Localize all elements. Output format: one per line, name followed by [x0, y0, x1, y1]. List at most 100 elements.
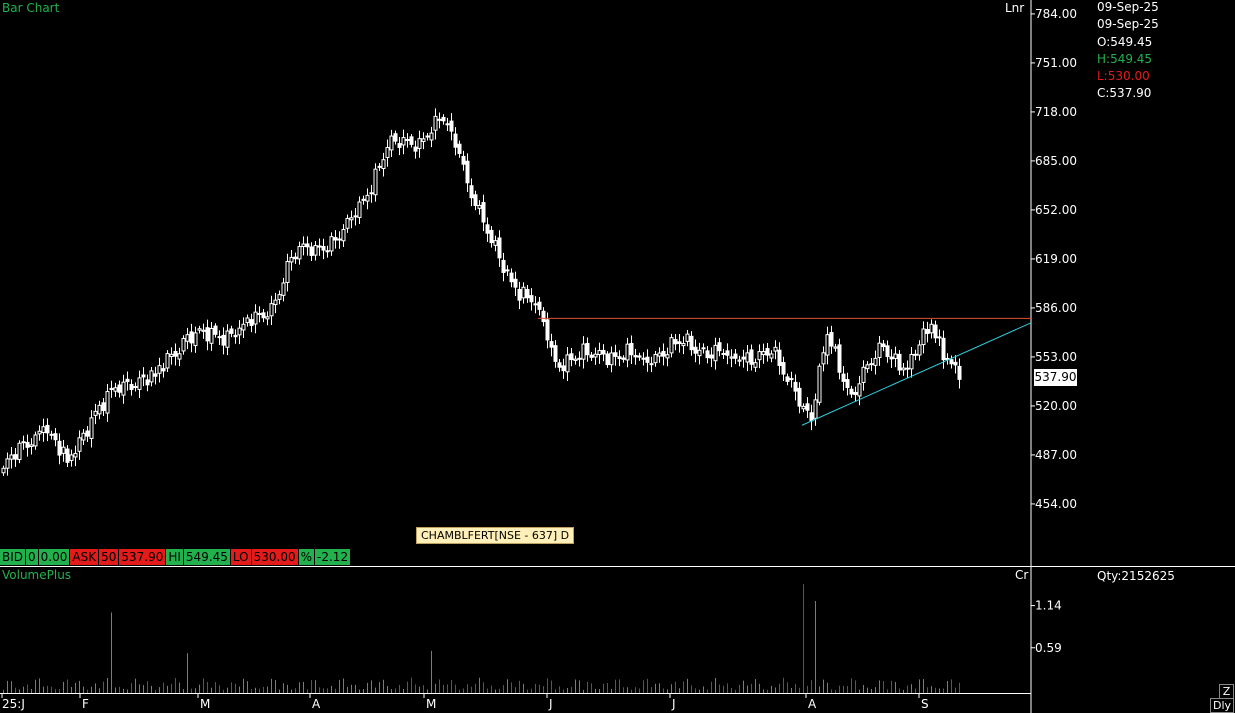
candle-body — [825, 334, 830, 356]
time-tick-label: A — [808, 697, 817, 711]
candle-body — [957, 365, 962, 380]
price-chart-canvas[interactable]: 784.00 751.00 718.00 685.00 652.00 619.00 586.… — [0, 0, 1235, 713]
candle-body — [845, 379, 850, 389]
candle-body — [185, 334, 190, 342]
candle-body — [529, 295, 534, 303]
candle-body — [937, 336, 942, 339]
price-tick-label: 553.00 — [1035, 350, 1077, 364]
candle-body — [193, 332, 198, 347]
time-tick-label: M — [426, 697, 436, 711]
candle-body — [609, 352, 614, 366]
candle-body — [481, 202, 486, 223]
candle-body — [801, 405, 806, 410]
candle-body — [657, 352, 662, 357]
candle-body — [689, 335, 694, 351]
candle-body — [533, 303, 538, 306]
time-tick-label: F — [82, 697, 89, 711]
candle-body — [629, 342, 634, 356]
candle-body — [693, 346, 698, 354]
candle-body — [569, 353, 574, 361]
candle-body — [305, 243, 310, 248]
candle-body — [309, 246, 314, 256]
candle-body — [805, 403, 810, 411]
candle-body — [729, 356, 734, 359]
candle-body — [425, 135, 430, 138]
candle-body — [69, 454, 74, 461]
price-tick-label: 718.00 — [1035, 105, 1077, 119]
candle-body — [97, 404, 102, 415]
time-tick-label: 25:J — [2, 697, 25, 711]
quote-bar: BID 0 0.00 ASK 50 537.90 HI 549.45 LO 53… — [0, 549, 351, 565]
candle-body — [541, 310, 546, 323]
candle-body — [889, 356, 894, 360]
candle-body — [721, 352, 726, 355]
candle-body — [741, 356, 746, 360]
candle-body — [349, 217, 354, 221]
candle-body — [497, 237, 502, 259]
candle-body — [445, 123, 450, 126]
info-open: O:549.45 — [1097, 35, 1153, 49]
candle-body — [429, 132, 434, 141]
support-trendline — [801, 322, 1032, 426]
candle-body — [881, 343, 886, 348]
candle-body — [685, 333, 690, 342]
candle-body — [841, 373, 846, 382]
candle-body — [145, 379, 150, 386]
candle-body — [789, 378, 794, 381]
candle-body — [545, 319, 550, 341]
candle-body — [85, 430, 90, 437]
volume-title: VolumePlus — [2, 568, 72, 582]
candle-body — [401, 137, 406, 146]
price-tick-label: 751.00 — [1035, 56, 1077, 70]
candle-body — [385, 147, 390, 158]
hi-value: 549.45 — [183, 549, 230, 565]
candle-body — [681, 343, 686, 347]
bid-qty: 0 — [26, 549, 38, 565]
pct-label: % — [298, 549, 315, 565]
candle-body — [449, 120, 454, 132]
zoom-button[interactable]: Z — [1219, 684, 1234, 699]
scale-label[interactable]: Lnr — [1005, 1, 1024, 15]
candle-body — [885, 345, 890, 357]
candle-body — [653, 354, 658, 364]
candle-body — [245, 317, 250, 324]
candle-body — [893, 353, 898, 359]
time-tick-label: M — [200, 697, 210, 711]
volume-unit[interactable]: Cr — [1015, 568, 1028, 582]
candle-body — [573, 358, 578, 362]
candle-body — [353, 215, 358, 218]
candle-body — [297, 246, 302, 260]
period-button[interactable]: Dly — [1210, 698, 1234, 713]
candle-body — [49, 433, 54, 436]
candle-body — [301, 243, 306, 247]
candle-body — [593, 353, 598, 358]
candle-body — [581, 343, 586, 360]
candle-body — [921, 328, 926, 346]
hi-label: HI — [166, 549, 183, 565]
candle-body — [697, 349, 702, 357]
time-tick-label: J — [671, 697, 676, 711]
candle-body — [177, 353, 182, 360]
candle-body — [333, 237, 338, 241]
price-tick-label: 652.00 — [1035, 203, 1077, 217]
candle-body — [753, 362, 758, 368]
candle-body — [5, 458, 10, 469]
price-tick-label: 487.00 — [1035, 448, 1077, 462]
candle-body — [341, 229, 346, 242]
candle-body — [345, 217, 350, 229]
candle-body — [357, 201, 362, 218]
info-high: H:549.45 — [1097, 52, 1153, 66]
candle-body — [613, 352, 618, 357]
candle-body — [57, 440, 62, 456]
candle-body — [25, 441, 30, 448]
candle-body — [169, 353, 174, 358]
candle-body — [109, 387, 114, 390]
candle-body — [205, 327, 210, 342]
candle-body — [621, 357, 626, 360]
candle-body — [837, 344, 842, 373]
candle-body — [925, 329, 930, 334]
candle-body — [413, 146, 418, 152]
candle-body — [901, 367, 906, 371]
candle-body — [781, 362, 786, 375]
candle-body — [501, 259, 506, 273]
